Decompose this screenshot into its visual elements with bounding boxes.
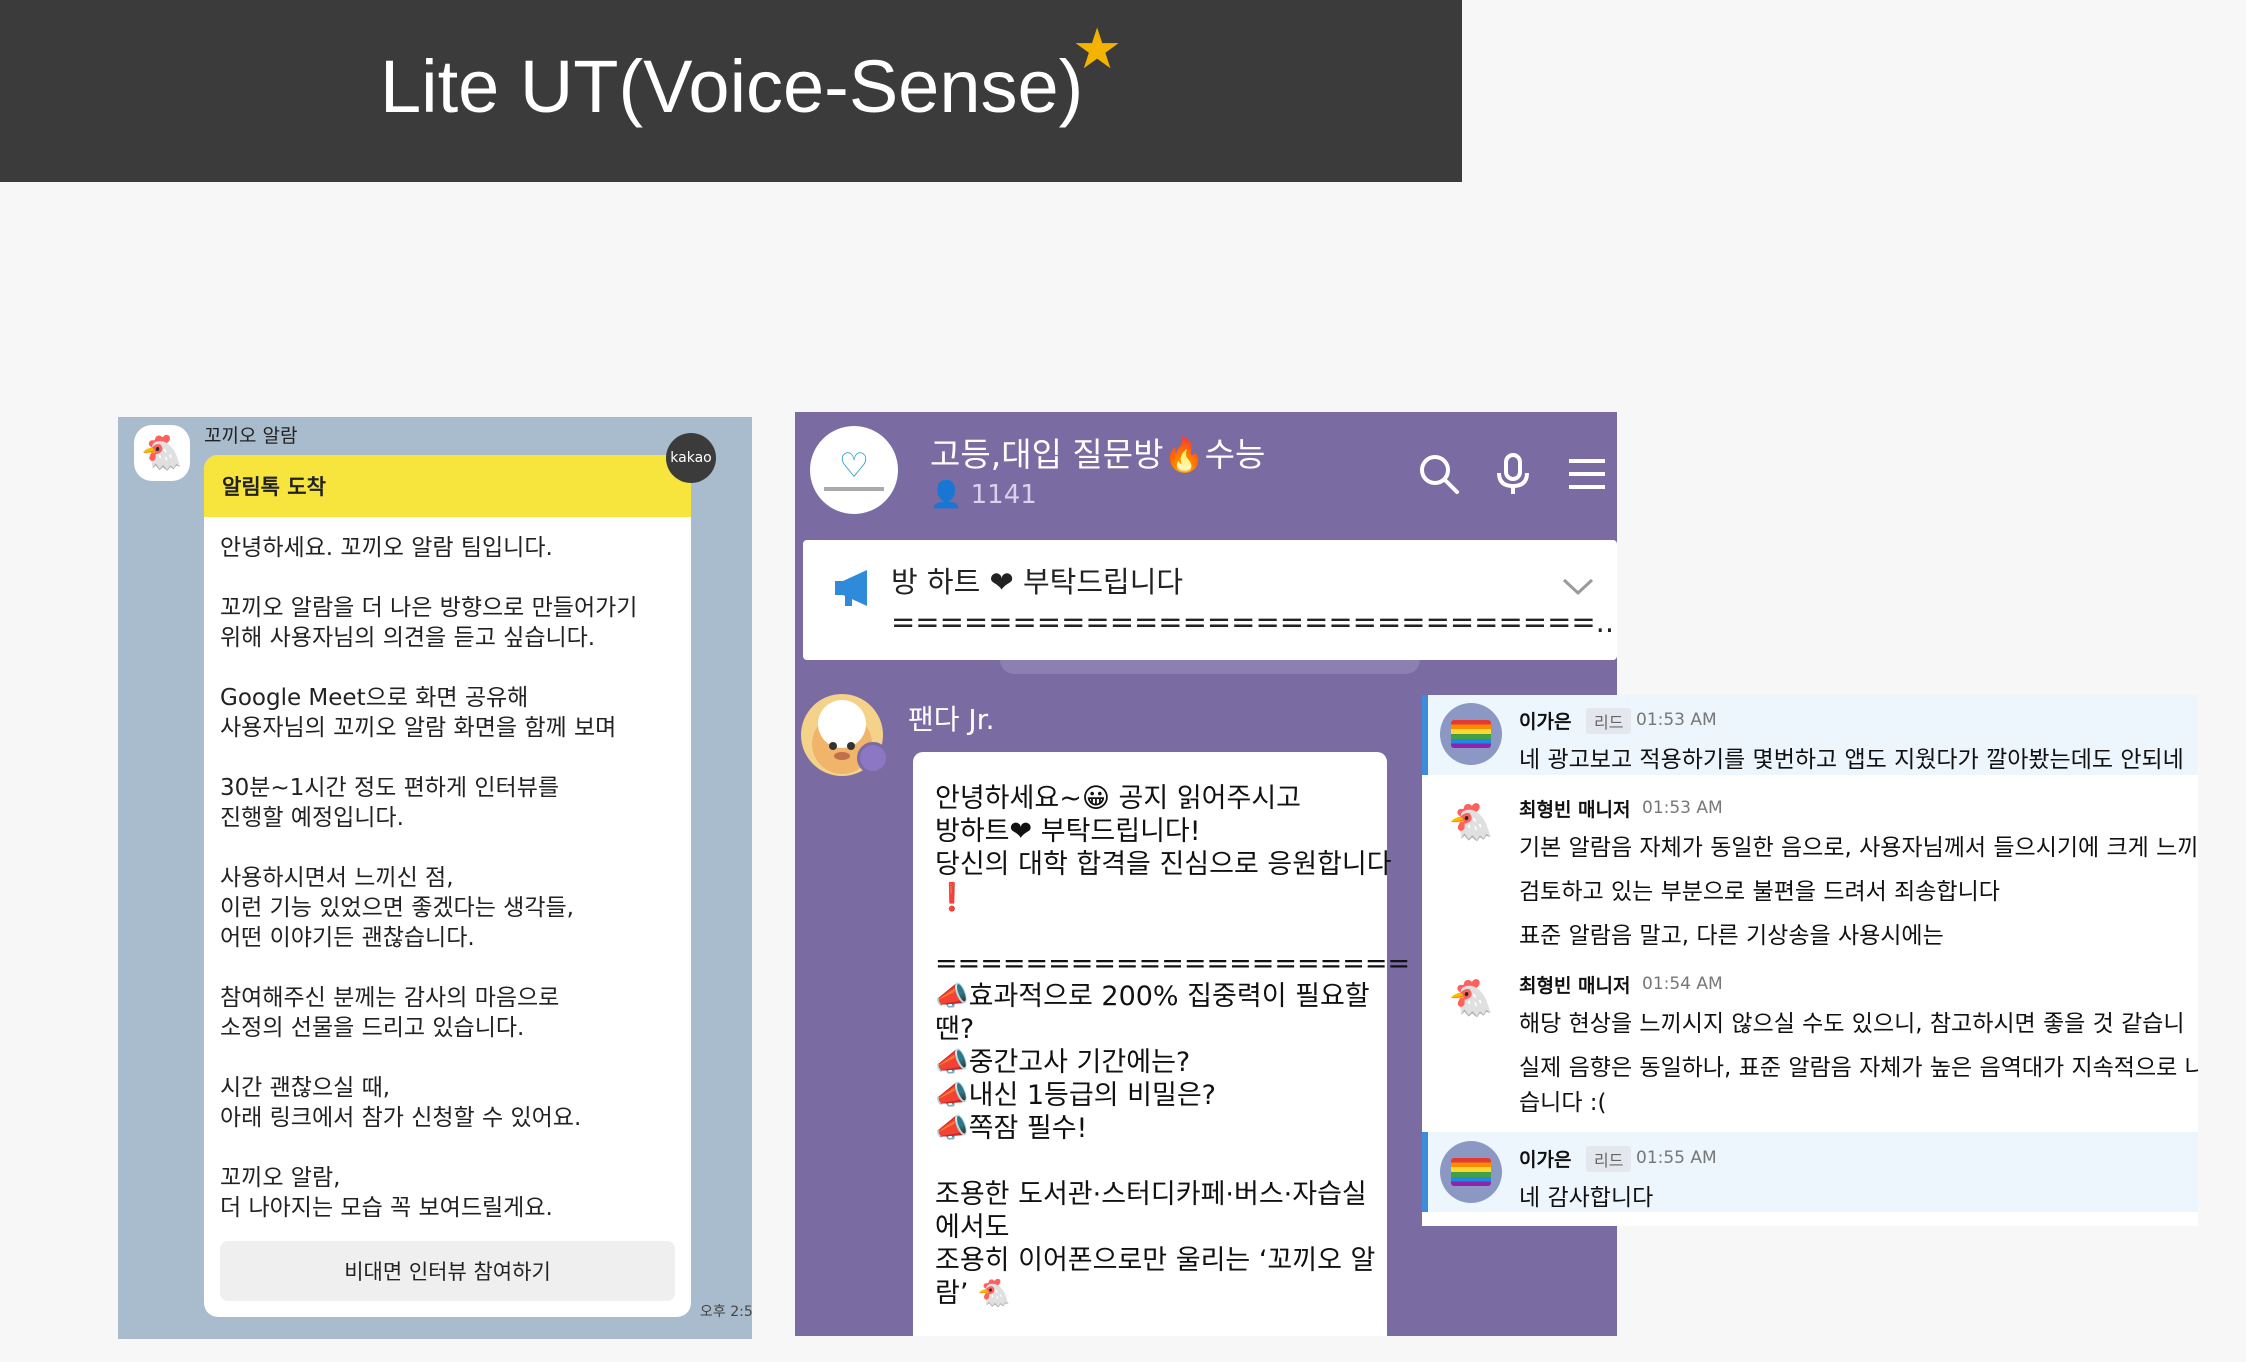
microphone-icon[interactable] xyxy=(1491,452,1535,496)
search-icon[interactable] xyxy=(1417,452,1461,496)
megaphone-icon xyxy=(835,570,867,606)
message-text: 네 광고보고 적용하기를 몇번하고 앱도 지웠다가 깔아봤는데도 안되네 xyxy=(1519,747,2184,773)
bot-icon xyxy=(857,742,889,774)
menu-icon[interactable] xyxy=(1565,452,1609,496)
message-line: 📣쪽잠 필수! xyxy=(935,1113,1088,1144)
kakao-badge: kakao xyxy=(666,433,716,483)
rainbow-flag-avatar[interactable] xyxy=(1440,703,1502,765)
person-icon: 👤 xyxy=(930,480,963,510)
message-time: 01:55 AM xyxy=(1636,1148,1717,1168)
alimtalk-paragraph: 사용하시면서 느끼신 점, 이런 기능 있었으면 좋겠다는 생각들, 어떤 이야기든… xyxy=(220,865,574,951)
chicken-avatar-icon[interactable]: 🐔 xyxy=(1440,791,1502,853)
message-text: 해당 현상을 느끼시지 않으실 수도 있으니, 참고하시면 좋을 것 같습니 xyxy=(1519,1011,2185,1037)
alimtalk-paragraph: 30분~1시간 정도 편하게 인터뷰를 진행할 예정입니다. xyxy=(220,775,560,831)
message-line: 📣중간고사 기간에는? xyxy=(935,1047,1191,1078)
message-text: 네 감사합니다 xyxy=(1519,1185,1654,1211)
message-line: 당신의 대학 합격을 진심으로 응원합니다 xyxy=(935,849,1392,880)
message-line: ===================== xyxy=(935,948,1411,979)
message-line: 방하트❤ 부탁드립니다! xyxy=(935,816,1201,847)
message-text: 습니다 :( xyxy=(1519,1090,1607,1116)
alimtalk-header: 알림톡 도착 xyxy=(204,455,691,517)
alimtalk-paragraph: Google Meet으로 화면 공유해 사용자님의 꼬끼오 알람 화면을 함께 … xyxy=(220,685,617,741)
alimtalk-body: 안녕하세요. 꼬끼오 알람 팀입니다. 꼬끼오 알람을 더 나은 방향으로 만들… xyxy=(204,517,691,1223)
message-time: 01:53 AM xyxy=(1642,798,1723,818)
title-banner: Lite UT(Voice-Sense) ★ xyxy=(0,0,1462,182)
chevron-down-icon[interactable] xyxy=(1561,576,1595,596)
chicken-avatar-icon[interactable]: 🐔 xyxy=(1440,967,1502,1029)
message-line: 📣내신 1등급의 비밀은? xyxy=(935,1080,1217,1111)
group-title[interactable]: 고등,대입 질문방🔥수능 xyxy=(930,428,1265,476)
alimtalk-paragraph: 안녕하세요. 꼬끼오 알람 팀입니다. xyxy=(220,535,553,561)
join-interview-button[interactable]: 비대면 인터뷰 참여하기 xyxy=(220,1241,675,1301)
message-text: 검토하고 있는 부분으로 불편을 드려서 죄송합니다 xyxy=(1519,879,2000,905)
banner-title: Lite UT(Voice-Sense) xyxy=(380,45,1084,128)
message-line: 조용히 이어폰으로만 울리는 ‘꼬끼오 알 xyxy=(935,1245,1376,1276)
role-tag: 리드 xyxy=(1586,1146,1632,1172)
message-time: 오후 2:5 xyxy=(700,1304,752,1320)
pinned-text: 방 하트 ❤ 부탁드립니다 ==========================… xyxy=(891,565,1617,639)
alimtalk-paragraph: 꼬끼오 알람을 더 나은 방향으로 만들어가기 위해 사용자님의 의견을 듣고 싶… xyxy=(220,595,638,651)
message-line xyxy=(935,914,1367,947)
message-line: 안녕하세요~😀 공지 읽어주시고 xyxy=(935,783,1302,814)
pinned-announcement[interactable]: 방 하트 ❤ 부탁드립니다 ==========================… xyxy=(803,540,1617,660)
message-line: 땐? xyxy=(935,1014,975,1045)
message-line: 람’ 🐔 xyxy=(935,1278,1011,1309)
rainbow-flag-icon xyxy=(1451,720,1491,748)
sender-name[interactable]: 팬다 Jr. xyxy=(908,698,995,738)
message-time: 01:54 AM xyxy=(1642,974,1723,994)
alimtalk-card: 알림톡 도착 안녕하세요. 꼬끼오 알람 팀입니다. 꼬끼오 알람을 더 나은 … xyxy=(204,455,691,1317)
member-count: 👤 1141 xyxy=(930,480,1037,510)
star-icon: ★ xyxy=(1072,17,1123,82)
message-line: 에서도 xyxy=(935,1212,1010,1243)
message-text: 표준 알람음 말고, 다른 기상송을 사용시에는 xyxy=(1519,923,1944,949)
alimtalk-paragraph: 참여해주신 분께는 감사의 마음으로 소정의 선물을 드리고 있습니다. xyxy=(220,985,560,1041)
message-line xyxy=(935,1145,1367,1178)
kakao-sender-name: 꼬끼오 알람 xyxy=(204,425,298,447)
message-text: 기본 알람음 자체가 동일한 음으로, 사용자님께서 들으시기에 크게 느끼 xyxy=(1519,835,2198,861)
message-text: 실제 음향은 동일하나, 표준 알람음 자체가 높은 음역대가 지속적으로 나 xyxy=(1519,1055,2198,1081)
chicken-avatar-icon: 🐔 xyxy=(134,425,190,481)
rainbow-flag-avatar[interactable] xyxy=(1440,1141,1502,1203)
role-tag: 리드 xyxy=(1586,708,1632,734)
group-logo-icon[interactable]: ♡ xyxy=(810,426,898,514)
alimtalk-paragraph: 꼬끼오 알람, 더 나아지는 모습 꼭 보여드릴게요. xyxy=(220,1165,553,1221)
community-chat-screenshot: 이가은 리드 01:53 AM 네 광고보고 적용하기를 몇번하고 앱도 지웠다… xyxy=(1422,695,2198,1226)
author-name[interactable]: 최형빈 매니저 xyxy=(1519,971,1631,998)
message-line: 조용한 도서관·스터디카페·버스·자습실 xyxy=(935,1179,1367,1210)
alimtalk-paragraph: 시간 괜찮으실 때, 아래 링크에서 참가 신청할 수 있어요. xyxy=(220,1075,582,1131)
message-time: 01:53 AM xyxy=(1636,710,1717,730)
message-line: ❗ xyxy=(935,882,969,913)
message-bubble: 안녕하세요~😀 공지 읽어주시고 방하트❤ 부탁드립니다! 당신의 대학 합격을… xyxy=(913,752,1411,1336)
author-name[interactable]: 이가은 xyxy=(1519,707,1571,734)
author-name[interactable]: 최형빈 매니저 xyxy=(1519,795,1631,822)
kakao-alimtalk-screenshot: 🐔 꼬끼오 알람 알림톡 도착 안녕하세요. 꼬끼오 알람 팀입니다. 꼬끼오 … xyxy=(118,417,752,1339)
author-name[interactable]: 이가은 xyxy=(1519,1145,1571,1172)
pinned-shadow xyxy=(1000,660,1420,674)
rainbow-flag-icon xyxy=(1451,1158,1491,1186)
message-line: 📣효과적으로 200% 집중력이 필요할 xyxy=(935,981,1370,1012)
